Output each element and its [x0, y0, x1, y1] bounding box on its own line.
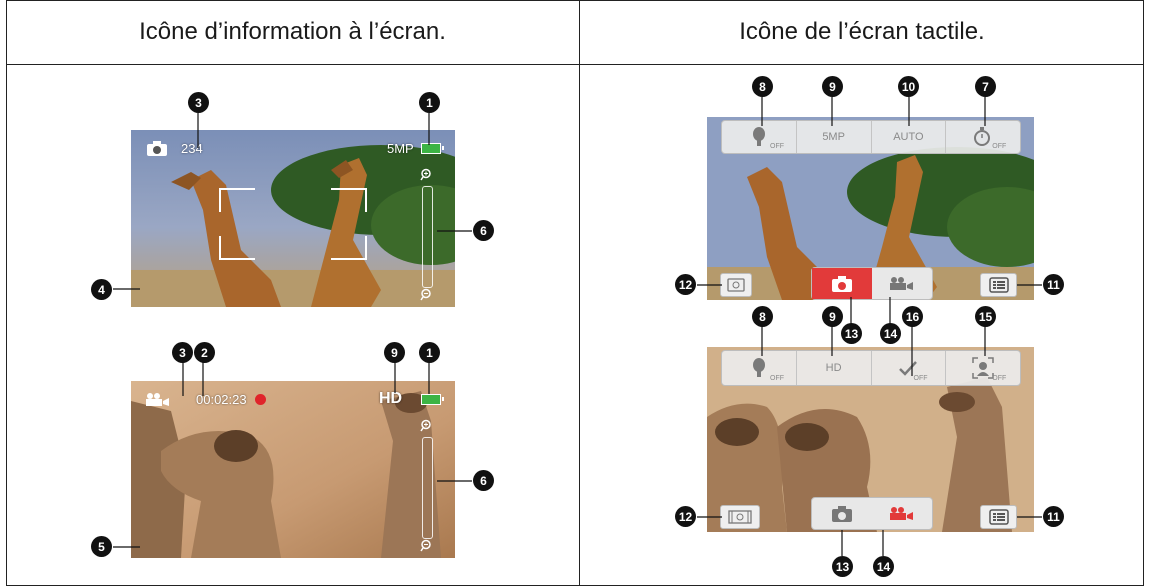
callout-6: 6	[473, 470, 494, 491]
callout-3: 3	[188, 92, 209, 113]
manual-page: Icône d’information à l’écran. Icône de …	[0, 0, 1150, 586]
callout-13: 13	[832, 556, 853, 577]
callout-12: 12	[675, 274, 696, 295]
callout-14: 14	[873, 556, 894, 577]
callout-4: 4	[91, 279, 112, 300]
callout-15: 15	[975, 306, 996, 327]
callout-11: 11	[1043, 506, 1064, 527]
callout-9: 9	[822, 76, 843, 97]
callout-11: 11	[1043, 274, 1064, 295]
callout-5: 5	[91, 536, 112, 557]
callout-14: 14	[880, 323, 901, 344]
callout-9: 9	[822, 306, 843, 327]
callout-8: 8	[752, 76, 773, 97]
callout-16: 16	[902, 306, 923, 327]
callout-6: 6	[473, 220, 494, 241]
callout-13: 13	[841, 323, 862, 344]
callout-7: 7	[975, 76, 996, 97]
callout-1: 1	[419, 92, 440, 113]
callout-10: 10	[898, 76, 919, 97]
callout-2: 2	[194, 342, 215, 363]
callout-8: 8	[752, 306, 773, 327]
callout-1: 1	[419, 342, 440, 363]
callout-9: 9	[384, 342, 405, 363]
callout-3: 3	[172, 342, 193, 363]
callout-12: 12	[675, 506, 696, 527]
